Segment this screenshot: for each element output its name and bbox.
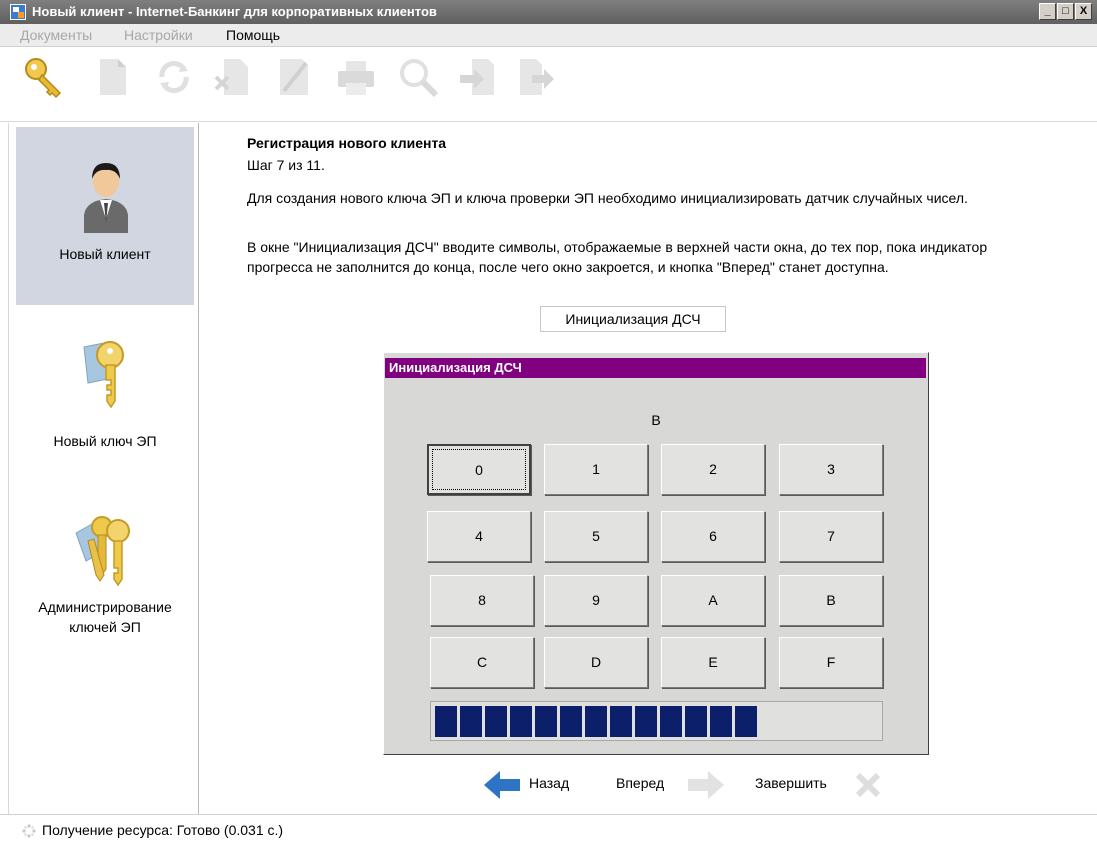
refresh-icon[interactable] (152, 55, 196, 99)
back-arrow-icon[interactable] (482, 767, 522, 803)
step-indicator: Шаг 7 из 11. (247, 157, 325, 173)
progress-segment (635, 706, 657, 737)
app-icon (10, 4, 26, 20)
finish-button[interactable]: Завершить (755, 775, 827, 791)
minimize-button[interactable]: _ (1039, 3, 1056, 20)
key-7[interactable]: 7 (779, 511, 883, 562)
status-text: Получение ресурса: Готово (0.031 с.) (42, 822, 284, 838)
sidebar-item-new-client[interactable]: Новый клиент (16, 127, 194, 305)
edit-icon[interactable] (272, 55, 316, 99)
page-title: Регистрация нового клиента (247, 135, 447, 151)
print-icon[interactable] (334, 55, 378, 99)
key-icon (83, 341, 124, 409)
forward-button[interactable]: Вперед (616, 775, 664, 791)
progress-segment (460, 706, 482, 737)
import-icon[interactable] (456, 55, 500, 99)
progress-segment (535, 706, 557, 737)
init-rng-button[interactable]: Инициализация ДСЧ (540, 306, 726, 332)
keys-icon (75, 516, 130, 587)
key-3[interactable]: 3 (779, 444, 883, 495)
progress-segment (485, 706, 507, 737)
loading-spinner-icon (22, 824, 36, 838)
key-b[interactable]: B (779, 575, 883, 626)
rng-init-dialog: Инициализация ДСЧ B 0 1 2 3 4 5 6 7 8 9 … (383, 352, 929, 755)
progress-segment (435, 706, 457, 737)
menu-settings[interactable]: Настройки (124, 27, 193, 43)
close-icon[interactable] (852, 769, 884, 801)
document-icon[interactable] (92, 55, 136, 99)
current-char: B (651, 412, 661, 428)
dialog-title: Инициализация ДСЧ (385, 358, 926, 378)
sidebar-item-label: Новый клиент (59, 246, 151, 262)
key-e[interactable]: E (661, 637, 765, 688)
menu-documents[interactable]: Документы (20, 27, 92, 43)
sidebar-item-key-admin[interactable]: Администрирование ключей ЭП (16, 485, 194, 663)
back-button[interactable]: Назад (529, 775, 569, 791)
sidebar-item-label: Новый ключ ЭП (53, 433, 157, 449)
key-8[interactable]: 8 (430, 575, 534, 626)
progress-segment (560, 706, 582, 737)
key-6[interactable]: 6 (661, 511, 765, 562)
progress-segment (710, 706, 732, 737)
sidebar-item-label-line1: Администрирование ключей ЭП (38, 599, 172, 635)
forward-arrow-icon[interactable] (686, 767, 726, 803)
key-1[interactable]: 1 (544, 444, 648, 495)
maximize-button[interactable]: □ (1057, 3, 1074, 20)
key-f[interactable]: F (779, 637, 883, 688)
key-2[interactable]: 2 (661, 444, 765, 495)
key-c[interactable]: C (430, 637, 534, 688)
key-4[interactable]: 4 (427, 511, 531, 562)
status-bar: Получение ресурса: Готово (0.031 с.) (0, 814, 1097, 844)
key-a[interactable]: A (661, 575, 765, 626)
export-icon[interactable] (514, 55, 558, 99)
instruction-text-1: Для создания нового ключа ЭП и ключа про… (247, 190, 968, 206)
progress-segment (585, 706, 607, 737)
toolbar (0, 47, 1097, 122)
menu-bar: Документы Настройки Помощь (0, 24, 1097, 47)
progress-segment (735, 706, 757, 737)
delete-icon[interactable] (210, 55, 254, 99)
sidebar-item-new-key[interactable]: Новый ключ ЭП (16, 305, 194, 483)
menu-help[interactable]: Помощь (226, 27, 280, 43)
key-label: 0 (432, 449, 526, 490)
search-icon[interactable] (396, 55, 440, 99)
progress-segment (660, 706, 682, 737)
key-9[interactable]: 9 (544, 575, 648, 626)
key-0[interactable]: 0 (427, 444, 531, 495)
progress-bar (430, 701, 883, 741)
key-icon[interactable] (22, 55, 66, 99)
close-button[interactable]: X (1075, 3, 1092, 20)
key-5[interactable]: 5 (544, 511, 648, 562)
sidebar: Новый клиент Новый ключ ЭП Администриров… (8, 123, 199, 820)
progress-segment (685, 706, 707, 737)
client-icon (84, 163, 128, 233)
progress-segment (610, 706, 632, 737)
window-title-bar[interactable]: Новый клиент - Internet-Банкинг для корп… (0, 0, 1097, 24)
progress-segment (510, 706, 532, 737)
window-title: Новый клиент - Internet-Банкинг для корп… (32, 4, 437, 19)
key-d[interactable]: D (544, 637, 648, 688)
instruction-text-2: В окне "Инициализация ДСЧ" вводите симво… (247, 239, 988, 275)
